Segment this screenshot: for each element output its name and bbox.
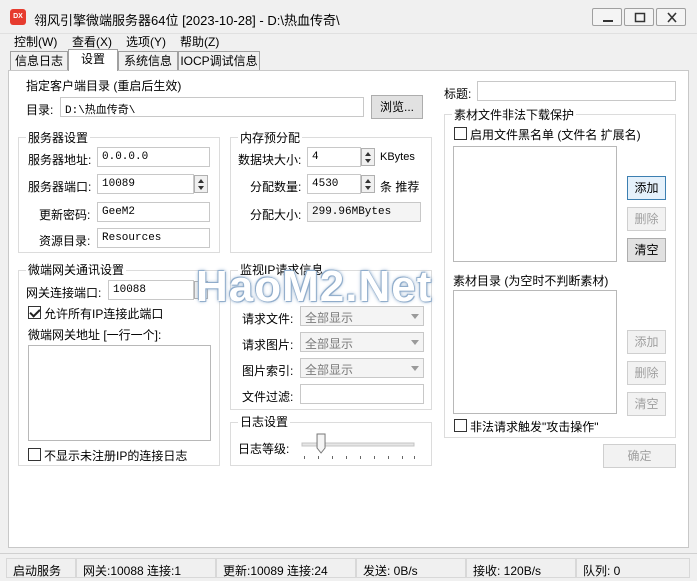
- monitor-image-label: 请求图片:: [242, 338, 294, 352]
- client-dir-label: 目录:: [26, 103, 54, 117]
- close-button[interactable]: [656, 8, 686, 26]
- log-title: 日志设置: [238, 413, 291, 430]
- resource-dir-label: 资源目录:: [39, 234, 91, 248]
- alloc-count-spinner[interactable]: [361, 175, 375, 193]
- server-addr-label: 服务器地址:: [28, 153, 92, 167]
- allow-all-ip-label: 允许所有IP连接此端口: [44, 307, 164, 321]
- minimize-icon: [603, 20, 613, 22]
- chevron-down-icon: [411, 314, 419, 319]
- close-icon: [667, 12, 677, 23]
- hide-log-label: 不显示未注册IP的连接日志: [44, 449, 188, 463]
- server-port-input[interactable]: 10089: [97, 174, 194, 194]
- monitor-index-value: 全部显示: [305, 363, 354, 377]
- whitelist-title: 素材目录 (为空时不判断素材): [453, 274, 609, 288]
- server-port-spinner[interactable]: [194, 175, 208, 193]
- status-recv: 接收: 120B/s: [466, 558, 576, 578]
- server-settings-title: 服务器设置: [26, 129, 91, 146]
- status-gateway: 网关:10088 连接:1: [76, 558, 216, 578]
- menu-bar: 控制(W) 查看(X) 选项(Y) 帮助(Z): [0, 31, 697, 50]
- window-title: 翎风引擎微端服务器64位 [2023-10-28] - D:\热血传奇\: [34, 13, 340, 28]
- block-size-label: 数据块大小:: [238, 153, 302, 167]
- blacklist-label: 启用文件黑名单 (文件名 扩展名): [470, 128, 641, 142]
- server-addr-input[interactable]: 0.0.0.0: [97, 147, 210, 167]
- blacklist-listbox[interactable]: [453, 146, 617, 262]
- block-size-unit: KBytes: [380, 151, 415, 163]
- resource-dir-input[interactable]: Resources: [97, 228, 210, 248]
- maximize-icon: [634, 12, 646, 23]
- alloc-count-label: 分配数量:: [250, 180, 302, 194]
- browse-button[interactable]: 浏览...: [371, 95, 423, 119]
- blacklist-delete-button[interactable]: 删除: [627, 207, 666, 231]
- blacklist-clear-button[interactable]: 清空: [627, 238, 666, 262]
- file-filter-input[interactable]: [300, 384, 424, 404]
- alloc-size-label: 分配大小:: [250, 208, 302, 222]
- gateway-port-label: 网关连接端口:: [26, 286, 102, 300]
- watermark-text: HaoM2.Net: [196, 262, 433, 311]
- title-input[interactable]: [477, 81, 676, 101]
- status-queue: 队列: 0: [576, 558, 690, 578]
- log-level-thumb[interactable]: [316, 433, 326, 454]
- monitor-file-label: 请求文件:: [242, 312, 294, 326]
- alloc-count-unit: 条 推荐: [380, 180, 420, 194]
- tab-iocp-debug[interactable]: IOCP调试信息: [178, 51, 260, 71]
- monitor-index-label: 图片索引:: [242, 364, 294, 378]
- server-port-label: 服务器端口:: [28, 180, 92, 194]
- gateway-addr-label: 微端网关地址 [一行一个]:: [28, 328, 162, 342]
- attack-label: 非法请求触发"攻击操作": [470, 420, 599, 434]
- whitelist-clear-button[interactable]: 清空: [627, 392, 666, 416]
- attack-checkbox[interactable]: [454, 419, 467, 432]
- log-level-slider[interactable]: [296, 432, 422, 462]
- protect-title: 素材文件非法下载保护: [452, 106, 577, 123]
- app-icon: DX: [10, 9, 26, 25]
- maximize-button[interactable]: [624, 8, 654, 26]
- menu-options[interactable]: 选项(Y): [126, 33, 166, 50]
- monitor-index-select[interactable]: 全部显示: [300, 358, 424, 378]
- tab-settings[interactable]: 设置: [68, 49, 118, 71]
- blacklist-add-button[interactable]: 添加: [627, 176, 666, 200]
- status-service: 启动服务: [6, 558, 76, 578]
- client-dir-input[interactable]: D:\热血传奇\: [60, 97, 364, 117]
- block-size-spinner[interactable]: [361, 148, 375, 166]
- chevron-down-icon: [411, 366, 419, 371]
- update-password-input[interactable]: GeeM2: [97, 202, 210, 222]
- menu-view[interactable]: 查看(X): [72, 33, 112, 50]
- title-label: 标题:: [444, 87, 472, 101]
- monitor-image-select[interactable]: 全部显示: [300, 332, 424, 352]
- tab-info-log[interactable]: 信息日志: [10, 51, 68, 71]
- block-size-input[interactable]: 4: [307, 147, 361, 167]
- client-dir-title: 指定客户端目录 (重启后生效): [26, 77, 182, 94]
- blacklist-checkbox[interactable]: [454, 127, 467, 140]
- whitelist-listbox[interactable]: [453, 290, 617, 414]
- title-bar: DX 翎风引擎微端服务器64位 [2023-10-28] - D:\热血传奇\: [0, 0, 697, 34]
- alloc-size-value: 299.96MBytes: [307, 202, 421, 222]
- whitelist-delete-button[interactable]: 删除: [627, 361, 666, 385]
- memory-title: 内存预分配: [238, 129, 303, 146]
- status-bar: 启动服务 网关:10088 连接:1 更新:10089 连接:24 发送: 0B…: [0, 553, 697, 581]
- menu-help[interactable]: 帮助(Z): [180, 33, 219, 50]
- gateway-title: 微端网关通讯设置: [26, 261, 127, 278]
- ok-button[interactable]: 确定: [603, 444, 676, 468]
- minimize-button[interactable]: [592, 8, 622, 26]
- alloc-count-input[interactable]: 4530: [307, 174, 361, 194]
- whitelist-add-button[interactable]: 添加: [627, 330, 666, 354]
- tab-system-info[interactable]: 系统信息: [118, 51, 178, 71]
- menu-control[interactable]: 控制(W): [14, 33, 57, 50]
- gateway-addr-textarea[interactable]: [28, 345, 211, 441]
- monitor-image-value: 全部显示: [305, 337, 354, 351]
- file-filter-label: 文件过滤:: [242, 390, 294, 404]
- monitor-file-value: 全部显示: [305, 311, 354, 325]
- gateway-port-input[interactable]: 10088: [108, 280, 194, 300]
- status-send: 发送: 0B/s: [356, 558, 466, 578]
- hide-log-checkbox[interactable]: [28, 448, 41, 461]
- log-level-label: 日志等级:: [238, 442, 290, 456]
- chevron-down-icon: [411, 340, 419, 345]
- allow-all-ip-checkbox[interactable]: [28, 306, 41, 319]
- status-update: 更新:10089 连接:24: [216, 558, 356, 578]
- update-password-label: 更新密码:: [39, 208, 91, 222]
